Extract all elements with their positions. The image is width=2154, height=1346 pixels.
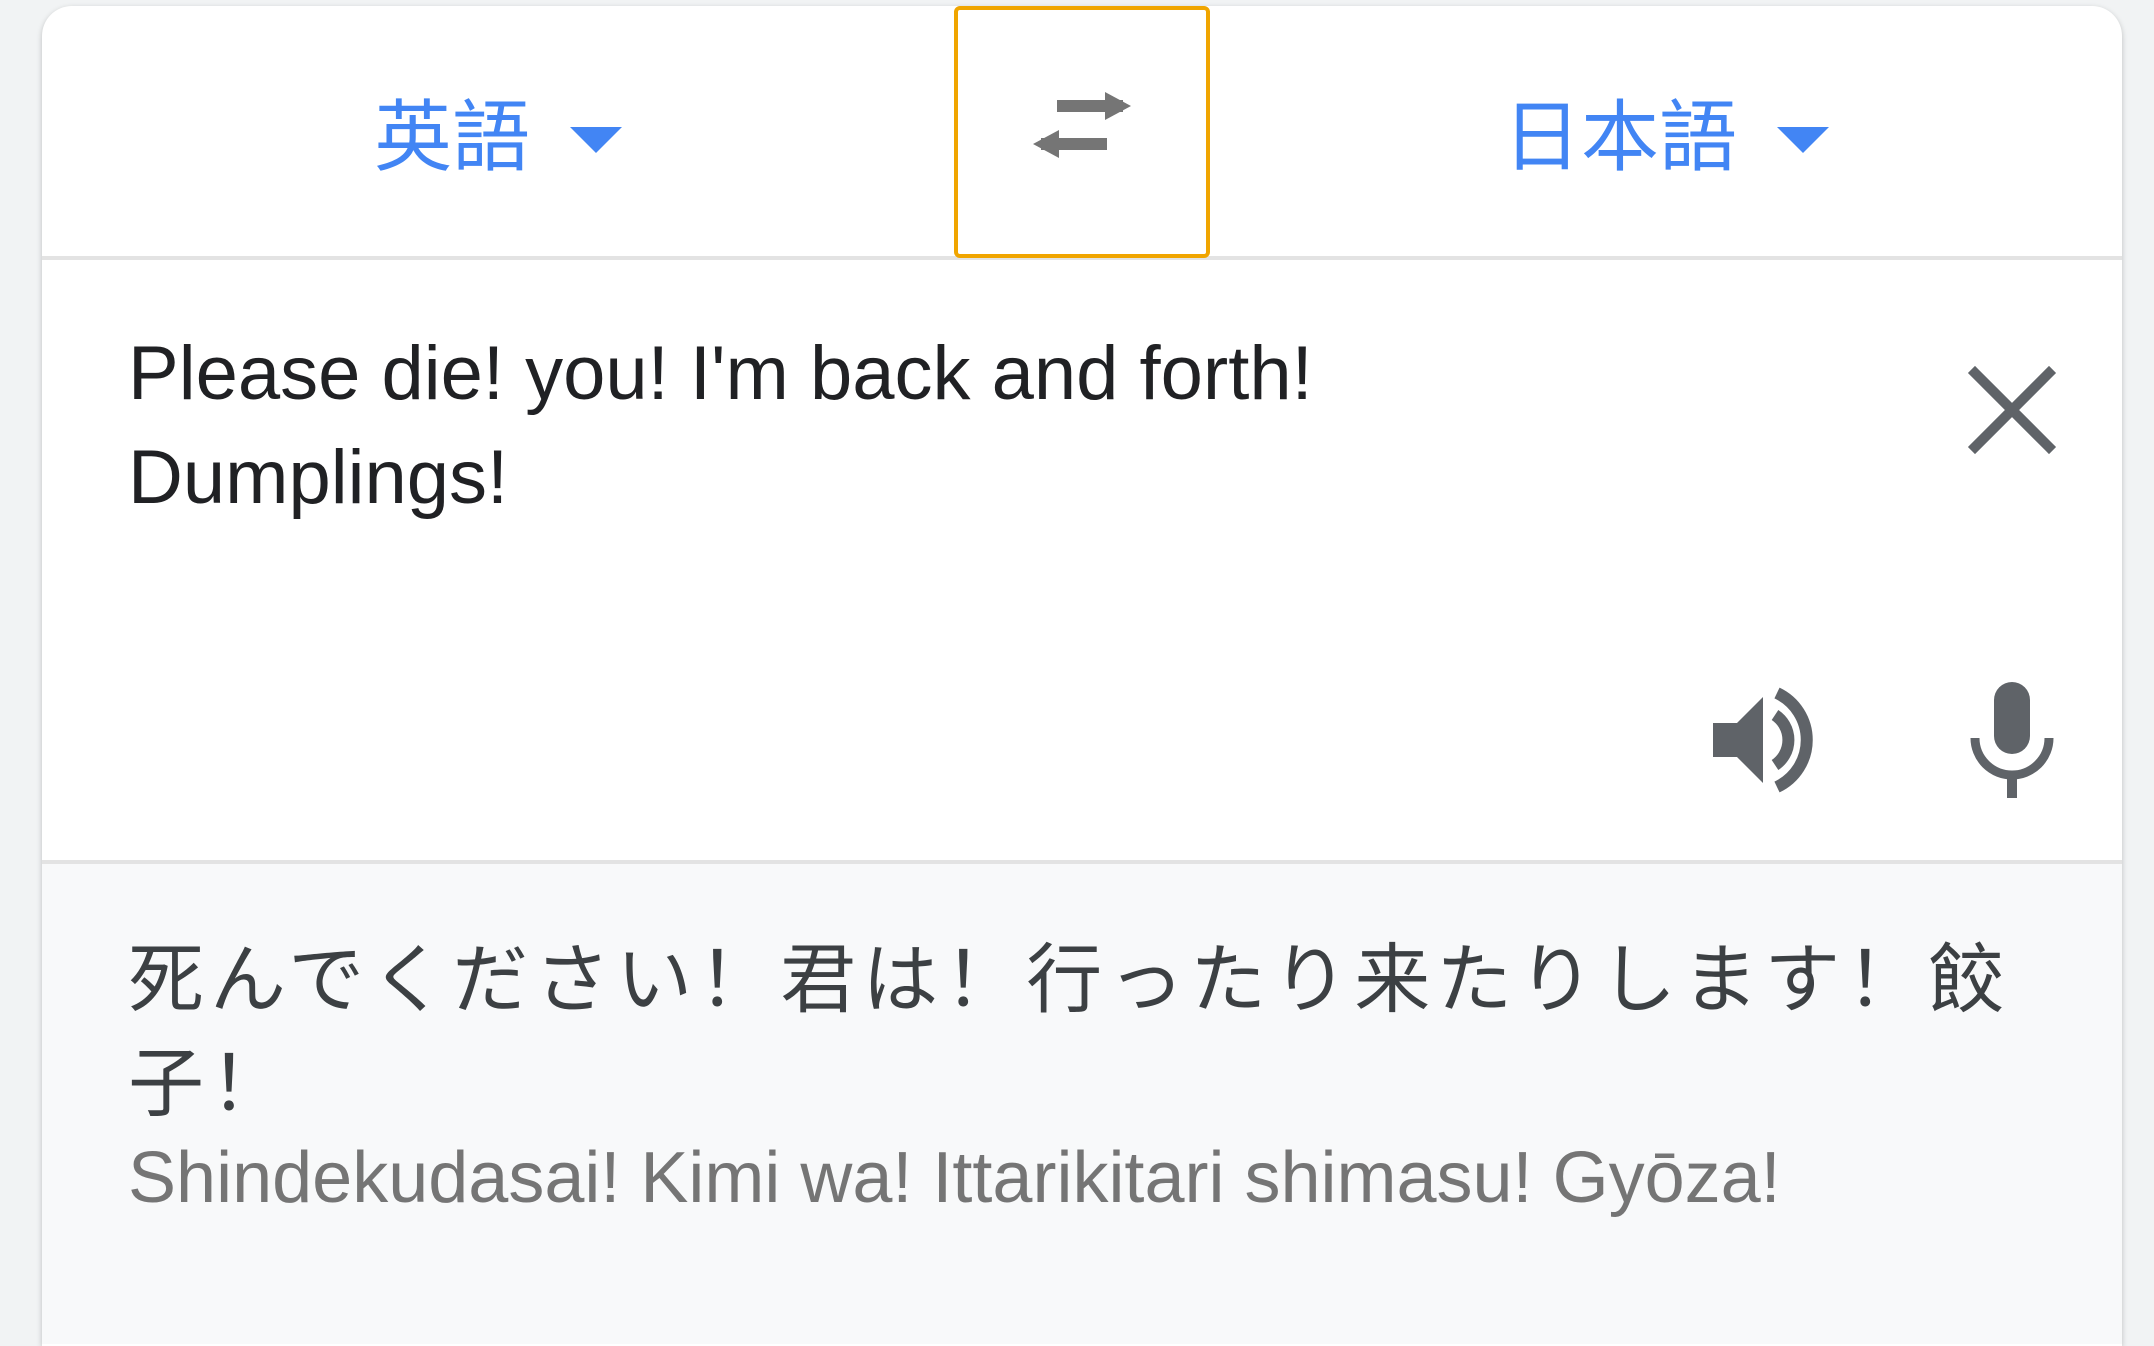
translate-card: 英語 日本語 Please die! you! I'm back and for…: [42, 6, 2122, 1346]
close-icon: [1967, 365, 2057, 455]
caret-down-icon: [570, 127, 622, 153]
source-language-label: 英語: [373, 93, 530, 183]
target-language-selector[interactable]: 日本語: [1210, 6, 2122, 256]
speaker-icon: [1713, 687, 1813, 793]
caret-down-icon: [1777, 127, 1829, 153]
voice-input-button[interactable]: [1932, 660, 2092, 820]
translation-result: 死んでください！君は！行ったり来たりします！餃子！ Shindekudasai!…: [42, 864, 2122, 1344]
language-bar: 英語 日本語: [42, 6, 2122, 260]
microphone-icon: [1970, 682, 2054, 798]
source-text-area[interactable]: Please die! you! I'm back and forth! Dum…: [42, 260, 2122, 864]
romanization-text: Shindekudasai! Kimi wa! Ittarikitari shi…: [128, 1138, 1781, 1218]
source-text[interactable]: Please die! you! I'm back and forth! Dum…: [128, 322, 1608, 530]
target-language-label: 日本語: [1502, 93, 1737, 183]
translated-text: 死んでください！君は！行ったり来たりします！餃子！: [128, 935, 2011, 1128]
clear-text-button[interactable]: [1942, 340, 2082, 480]
swap-arrows-icon: [1033, 92, 1131, 158]
listen-button[interactable]: [1682, 660, 1842, 820]
swap-languages-button[interactable]: [954, 6, 1210, 258]
source-language-selector[interactable]: 英語: [42, 6, 954, 256]
